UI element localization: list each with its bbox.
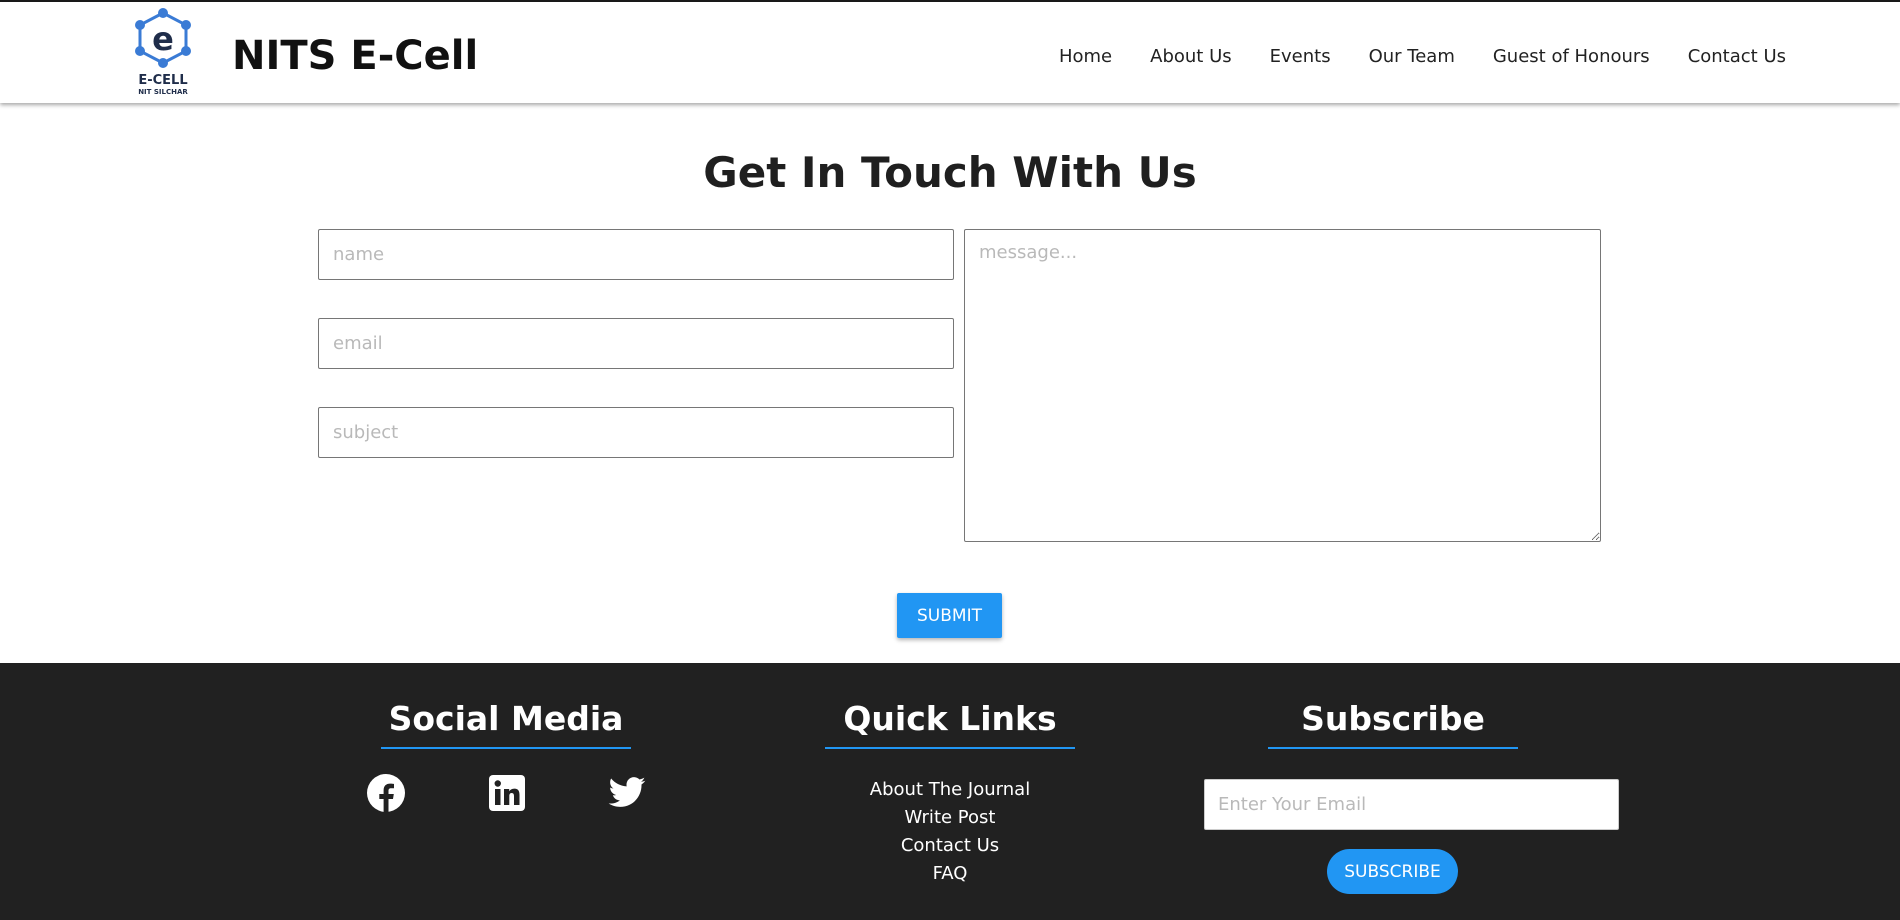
nav-contact-us[interactable]: Contact Us <box>1688 46 1786 68</box>
link-contact-us[interactable]: Contact Us <box>825 832 1075 860</box>
subscribe-heading: Subscribe <box>1301 699 1485 738</box>
site-logo[interactable]: e E-CELL NIT SILCHAR <box>128 8 198 98</box>
hexagon-e-logo-icon: e <box>135 8 191 68</box>
quick-links-heading: Quick Links <box>843 699 1057 738</box>
subject-input[interactable] <box>318 407 954 458</box>
facebook-icon[interactable] <box>366 773 406 813</box>
nav-our-team[interactable]: Our Team <box>1369 46 1455 68</box>
quick-links-list: About The Journal Write Post Contact Us … <box>825 776 1075 888</box>
submit-button[interactable]: SUBMIT <box>897 593 1002 638</box>
site-header: e E-CELL NIT SILCHAR NITS E-Cell Home Ab… <box>0 2 1900 103</box>
logo-subtext: NIT SILCHAR <box>138 88 188 96</box>
link-about-the-journal[interactable]: About The Journal <box>825 776 1075 804</box>
nav-about-us[interactable]: About Us <box>1150 46 1232 68</box>
link-faq[interactable]: FAQ <box>825 860 1075 888</box>
logo-text: E-CELL <box>138 73 188 88</box>
linkedin-icon[interactable] <box>487 773 527 813</box>
site-footer: Social Media Quick Links About The Journ… <box>0 663 1900 920</box>
nav-home[interactable]: Home <box>1059 46 1112 68</box>
nav-guest-of-honours[interactable]: Guest of Honours <box>1493 46 1650 68</box>
subscribe-button[interactable]: SUBSCRIBE <box>1327 849 1458 894</box>
subscribe-email-input[interactable] <box>1204 779 1619 830</box>
brand-name: NITS E-Cell <box>232 33 479 79</box>
nav-events[interactable]: Events <box>1270 46 1331 68</box>
name-input[interactable] <box>318 229 954 280</box>
message-textarea[interactable] <box>964 229 1601 542</box>
link-write-post[interactable]: Write Post <box>825 804 1075 832</box>
social-media-underline <box>381 747 631 749</box>
twitter-icon[interactable] <box>607 773 647 813</box>
social-media-heading: Social Media <box>388 699 624 738</box>
subscribe-underline <box>1268 747 1518 749</box>
email-input[interactable] <box>318 318 954 369</box>
quick-links-underline <box>825 747 1075 749</box>
main-nav: Home About Us Events Our Team Guest of H… <box>1059 46 1786 68</box>
svg-text:e: e <box>152 20 174 58</box>
page-title: Get In Touch With Us <box>703 148 1197 197</box>
